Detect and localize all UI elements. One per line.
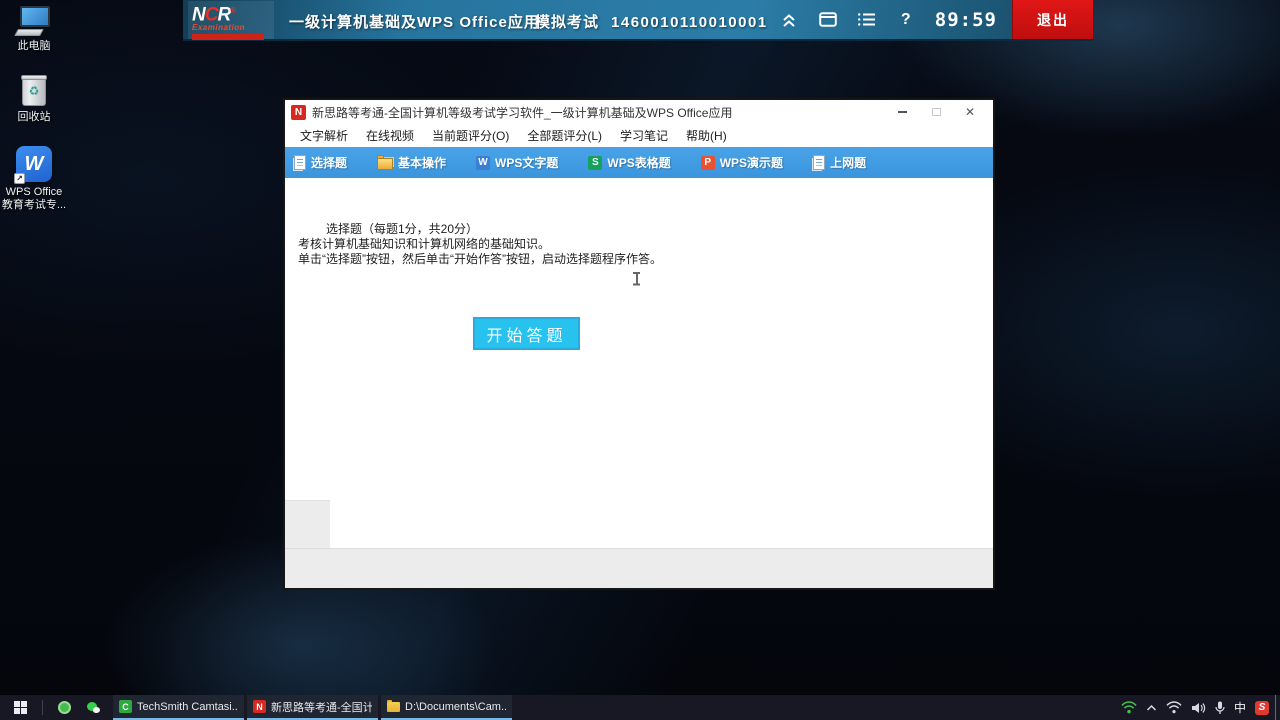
menu-item-help[interactable]: 帮助(H) (677, 124, 736, 147)
folder-icon (387, 700, 400, 712)
exam-timer: 89:59 (934, 8, 997, 31)
exam-id: 1460010110010001 (611, 14, 768, 31)
question-description-panel: 选择题（每题1分，共20分） 考核计算机基础知识和计算机网络的基础知识。 单击“… (285, 178, 993, 548)
shortcut-arrow-icon: ↗ (14, 173, 25, 184)
green-app-tray-icon[interactable] (57, 700, 72, 715)
menu-bar: 文字解析 在线视频 当前题评分(O) 全部题评分(L) 学习笔记 帮助(H) (285, 124, 993, 147)
desktop-icon-wps-office[interactable]: W ↗ WPS Office 教育考试专... (0, 146, 68, 212)
ncr-logo: NCR® Examination (188, 1, 274, 41)
exam-info: 模拟考试 1460010110010001 (535, 11, 768, 32)
wps-writer-icon: W (476, 155, 491, 170)
system-tray: 中 S (1121, 695, 1275, 720)
tray-expand-chevron-icon[interactable] (1146, 704, 1157, 712)
question-list-icon[interactable] (857, 10, 877, 30)
taskbar-button-exam-app[interactable]: N 新思路等考通-全国计... (247, 695, 378, 720)
menu-item-online-video[interactable]: 在线视频 (357, 124, 423, 147)
ime-language-indicator[interactable]: 中 (1234, 699, 1246, 716)
start-button[interactable] (0, 695, 40, 720)
menu-item-text-analysis[interactable]: 文字解析 (291, 124, 357, 147)
tab-wps-spreadsheet[interactable]: S WPS表格题 (588, 154, 671, 171)
desktop-icon-recycle-bin[interactable]: ♻ 回收站 (0, 75, 68, 124)
taskbar: C TechSmith Camtasi... N 新思路等考通-全国计... D… (0, 695, 1280, 720)
camtasia-icon: C (119, 700, 132, 713)
document-icon (294, 155, 306, 170)
desktop-icon-label: 此电脑 (17, 40, 51, 52)
window-footer (285, 548, 993, 588)
volume-icon[interactable] (1191, 702, 1206, 714)
network-icon[interactable] (1166, 701, 1182, 714)
show-desktop-button[interactable] (1275, 695, 1280, 720)
microphone-icon[interactable] (1215, 701, 1225, 715)
question-section-title: 选择题（每题1分，共20分） (326, 222, 479, 236)
window-title: 新思路等考通-全国计算机等级考试学习软件_一级计算机基础及WPS Office应… (312, 105, 733, 120)
app-icon: N (291, 104, 306, 120)
course-title: 一级计算机基础及WPS Office应用 (289, 14, 540, 31)
recycle-bin-icon: ♻ (21, 75, 47, 107)
document-icon (813, 155, 826, 170)
question-instructions: 单击“选择题”按钮，然后单击“开始作答”按钮，启动选择题程序作答。 (298, 252, 662, 266)
panel-corner-notch (285, 500, 330, 548)
menu-item-all-score[interactable]: 全部题评分(L) (518, 124, 611, 147)
desktop-icon-label: 回收站 (17, 111, 51, 123)
taskbar-button-camtasia[interactable]: C TechSmith Camtasi... (113, 695, 244, 720)
sogou-input-icon[interactable]: S (1255, 700, 1269, 715)
exam-topbar: NCR® Examination 一级计算机基础及WPS Office应用 模拟… (183, 0, 1093, 41)
exam-app-icon: N (253, 700, 266, 713)
help-icon[interactable]: ? (896, 10, 916, 30)
desktop-icon-column: 此电脑 ♻ 回收站 W ↗ WPS Office 教育考试专... (0, 6, 68, 234)
taskbar-button-explorer[interactable]: D:\Documents\Cam... (381, 695, 512, 720)
wechat-icon[interactable] (86, 700, 101, 715)
question-description: 考核计算机基础知识和计算机网络的基础知识。 (298, 237, 551, 251)
minimize-button[interactable] (885, 101, 919, 123)
window-icon[interactable] (818, 10, 838, 30)
wps-presentation-icon: P (700, 155, 715, 170)
tab-wps-presentation[interactable]: P WPS演示题 (700, 154, 783, 171)
menu-item-current-score[interactable]: 当前题评分(O) (423, 124, 518, 147)
tab-multiple-choice[interactable]: 选择题 (294, 154, 347, 171)
windows-logo-icon (13, 701, 27, 714)
close-button[interactable]: ✕ (953, 101, 987, 123)
tab-internet[interactable]: 上网题 (813, 154, 866, 171)
exam-app-window: N 新思路等考通-全国计算机等级考试学习软件_一级计算机基础及WPS Offic… (283, 98, 995, 590)
text-cursor (632, 271, 641, 286)
wifi-green-icon[interactable] (1121, 701, 1137, 714)
menu-item-study-notes[interactable]: 学习笔记 (611, 124, 677, 147)
window-titlebar[interactable]: N 新思路等考通-全国计算机等级考试学习软件_一级计算机基础及WPS Offic… (285, 100, 993, 124)
start-answering-button[interactable]: 开始答题 (473, 317, 580, 350)
this-pc-icon (14, 6, 52, 36)
tab-wps-writer[interactable]: W WPS文字题 (476, 154, 558, 171)
taskbar-divider (42, 700, 43, 715)
tab-basic-operations[interactable]: 基本操作 (377, 154, 446, 171)
desktop-icon-label: WPS Office 教育考试专... (1, 186, 67, 211)
wps-office-icon: W ↗ (14, 146, 52, 184)
maximize-button[interactable] (919, 101, 953, 123)
wps-spreadsheet-icon: S (588, 155, 603, 170)
folder-icon (377, 155, 394, 170)
question-type-toolbar: 选择题 基本操作 W WPS文字题 S WPS表格题 P WPS演示题 上网题 (285, 147, 993, 178)
collapse-chevrons-icon[interactable] (779, 10, 799, 30)
exit-button[interactable]: 退出 (1012, 0, 1093, 39)
exam-type-label: 模拟考试 (535, 14, 600, 31)
desktop-icon-this-pc[interactable]: 此电脑 (0, 6, 68, 53)
